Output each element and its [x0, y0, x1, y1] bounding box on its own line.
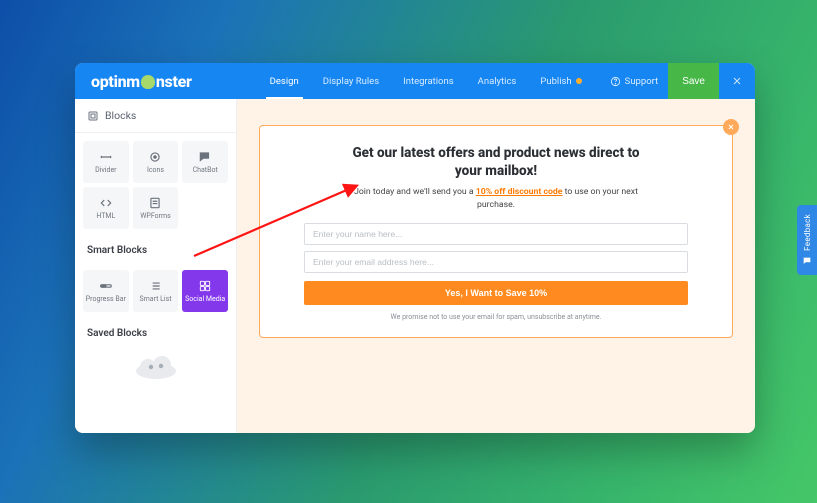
block-html[interactable]: HTML — [83, 187, 129, 229]
block-social-media[interactable]: Social Media — [182, 270, 228, 312]
popup-close-button[interactable] — [723, 119, 739, 135]
editor-canvas[interactable]: Get our latest offers and product news d… — [237, 99, 755, 433]
close-button[interactable] — [719, 63, 755, 99]
block-icons[interactable]: Icons — [133, 141, 179, 183]
smart-blocks-header: Smart Blocks — [75, 237, 236, 262]
publish-status-dot-icon — [576, 78, 582, 84]
chatbot-icon — [198, 150, 212, 164]
tab-integrations[interactable]: Integrations — [391, 63, 466, 99]
tab-analytics[interactable]: Analytics — [466, 63, 529, 99]
close-icon — [731, 75, 743, 87]
tab-publish[interactable]: Publish — [528, 63, 593, 99]
popup-heading: Get our latest offers and product news d… — [346, 144, 646, 180]
close-icon — [727, 123, 735, 131]
name-input[interactable] — [304, 223, 688, 245]
brand-text-right: nster — [156, 72, 192, 91]
popup-preview[interactable]: Get our latest offers and product news d… — [259, 125, 733, 338]
popup-fineprint: We promise not to use your email for spa… — [391, 313, 602, 321]
block-smart-list[interactable]: Smart List — [133, 270, 179, 312]
tab-display-rules[interactable]: Display Rules — [311, 63, 391, 99]
discount-highlight: 10% off discount code — [476, 187, 563, 197]
html-icon — [99, 196, 113, 210]
saved-blocks-illustration — [75, 345, 236, 379]
blocks-header: Blocks — [75, 99, 236, 133]
popup-subtext: Join today and we'll send you a 10% off … — [346, 186, 646, 212]
progress-bar-icon — [99, 279, 113, 293]
brand-text-left: optinm — [91, 72, 140, 91]
help-circle-icon — [610, 76, 621, 87]
cta-button[interactable]: Yes, I Want to Save 10% — [304, 281, 688, 305]
feedback-tab[interactable]: Feedback — [797, 205, 817, 275]
wpforms-icon — [148, 196, 162, 210]
divider-icon — [99, 150, 113, 164]
feedback-label: Feedback — [803, 214, 812, 251]
icons-icon — [148, 150, 162, 164]
save-button[interactable]: Save — [668, 63, 719, 99]
block-wpforms[interactable]: WPForms — [133, 187, 179, 229]
sidebar: Blocks Divider Icons ChatBot HTML — [75, 99, 237, 433]
brand-logo: optinm nster — [75, 72, 208, 91]
saved-blocks-header: Saved Blocks — [75, 320, 236, 345]
monster-icon — [141, 75, 155, 89]
block-divider[interactable]: Divider — [83, 141, 129, 183]
block-progress-bar[interactable]: Progress Bar — [83, 270, 129, 312]
block-chatbot[interactable]: ChatBot — [182, 141, 228, 183]
tab-design[interactable]: Design — [258, 63, 311, 99]
email-input[interactable] — [304, 251, 688, 273]
support-link[interactable]: Support — [600, 76, 669, 87]
social-media-icon — [198, 279, 212, 293]
chat-icon — [802, 256, 812, 266]
cloud-icon — [130, 351, 182, 379]
main-tabs: Design Display Rules Integrations Analyt… — [258, 63, 594, 99]
blocks-icon — [87, 110, 99, 122]
smart-list-icon — [148, 279, 162, 293]
